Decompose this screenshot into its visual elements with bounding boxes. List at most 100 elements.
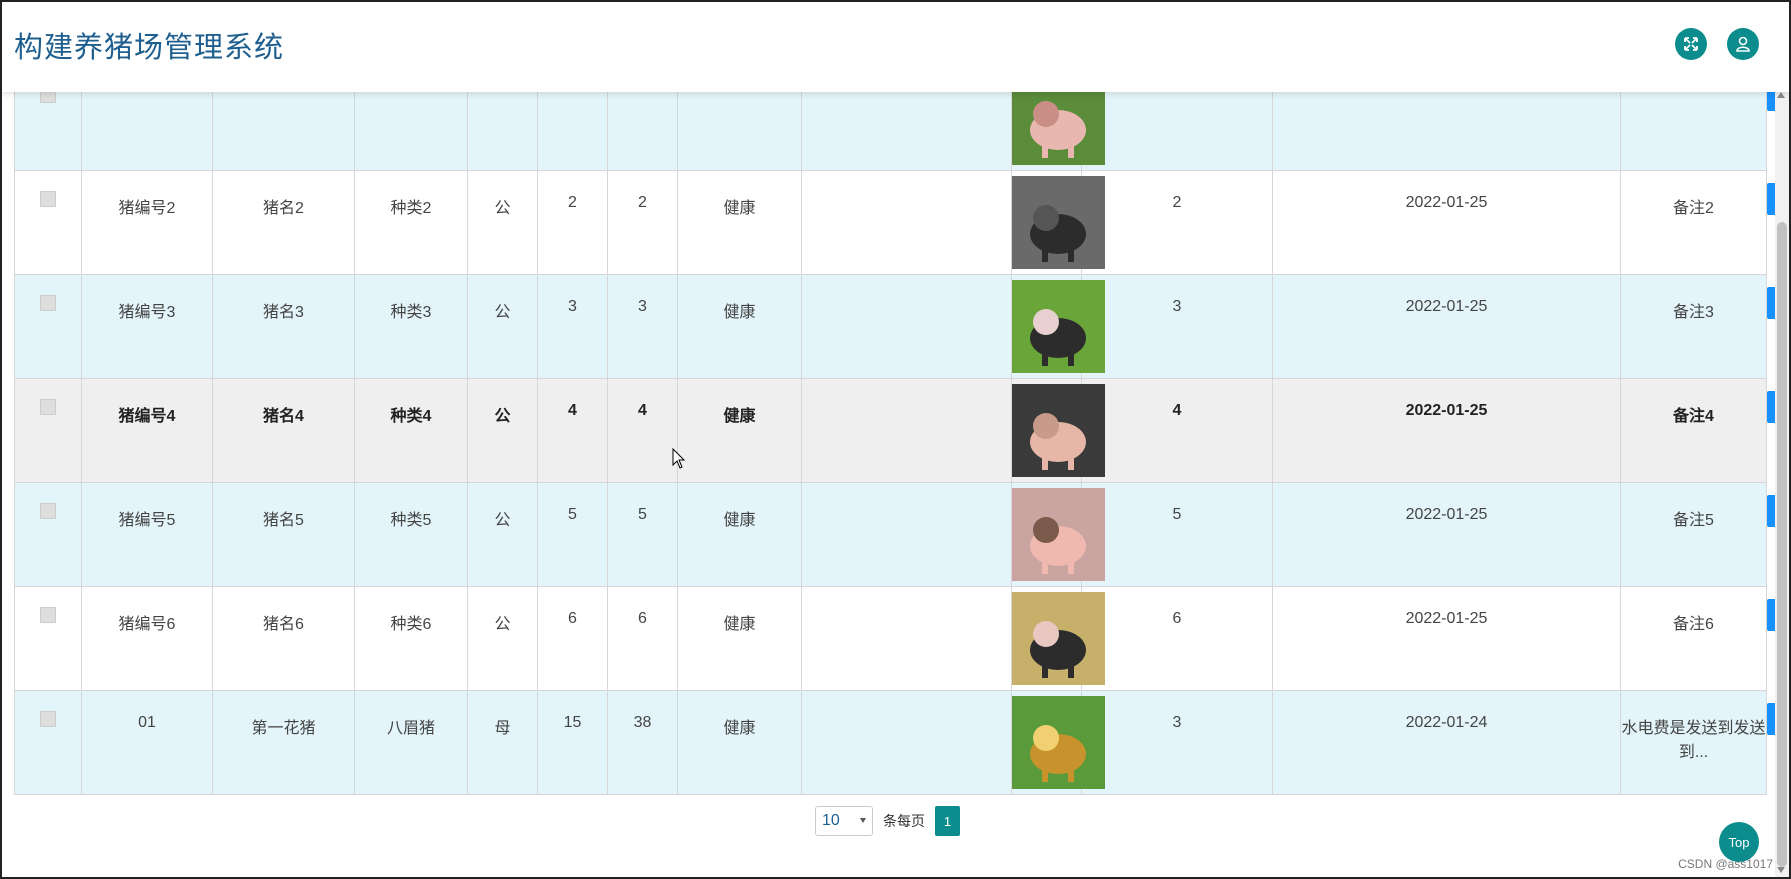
cell-text: 2022-01-25 [1405, 610, 1488, 627]
table-cell [801, 274, 1012, 379]
cell-text: 5 [638, 506, 647, 523]
image-cell [1011, 482, 1105, 587]
cell-text: 2022-01-25 [1405, 402, 1488, 419]
table-cell: 6 [537, 586, 608, 691]
table-cell: 种类5 [354, 482, 468, 587]
table-cell: 种类4 [354, 378, 468, 483]
table-cell: 3 [537, 274, 608, 379]
table-cell: 2022-01-25 [1272, 586, 1621, 691]
cell-text: 3 [568, 298, 577, 315]
table-cell: 6 [607, 586, 678, 691]
table-cell: 健康 [677, 690, 802, 795]
scrollbar-thumb[interactable] [1777, 222, 1787, 867]
cell-text: 猪名5 [263, 512, 304, 529]
pig-photo [1012, 696, 1105, 789]
cell-text: 八眉猪 [386, 720, 435, 737]
row-checkbox[interactable] [40, 607, 56, 623]
table-cell: 38 [607, 690, 678, 795]
table-cell: 2022-01-24 [1272, 690, 1621, 795]
table-cell: 2022-01-25 [1272, 170, 1621, 275]
page-button-current[interactable]: 1 [935, 806, 960, 836]
image-cell [1011, 170, 1105, 275]
cell-text: 猪编号4 [118, 408, 176, 425]
cell-text: 猪名6 [263, 616, 304, 633]
table-cell [801, 690, 1012, 795]
table-row: 猪编号5猪名5种类5公55健康52022-01-25备注5查看 [14, 482, 1791, 587]
table-cell: 健康 [677, 482, 802, 587]
row-checkbox[interactable] [40, 295, 56, 311]
cell-text: 2022-01-24 [1405, 714, 1488, 731]
table-cell: 4 [537, 378, 608, 483]
cell-text: 备注2 [1673, 200, 1714, 217]
cell-text: 猪名4 [263, 408, 304, 425]
table-cell: 健康 [677, 586, 802, 691]
table-cell: 健康 [677, 274, 802, 379]
table-cell: 2022-01-25 [1272, 378, 1621, 483]
table-cell: 2 [607, 170, 678, 275]
row-checkbox[interactable] [40, 399, 56, 415]
row-checkbox[interactable] [40, 503, 56, 519]
table-cell: 猪名4 [212, 378, 355, 483]
cell-text: 备注3 [1673, 304, 1714, 321]
row-checkbox[interactable] [40, 711, 56, 727]
cell-text: 备注5 [1673, 512, 1714, 529]
cell-text: 种类3 [390, 304, 432, 321]
table-cell: 备注2 [1620, 170, 1767, 275]
cell-text: 猪名3 [263, 304, 304, 321]
back-to-top-button[interactable]: Top [1719, 822, 1759, 862]
table-cell: 八眉猪 [354, 690, 468, 795]
cell-text: 水电费是发送到发送到... [1621, 720, 1766, 761]
row-checkbox-cell [14, 378, 82, 483]
mouse-cursor-icon [672, 448, 686, 469]
cell-text: 公 [494, 304, 511, 321]
table-cell: 01 [81, 690, 213, 795]
table-row: 猪编号6猪名6种类6公66健康62022-01-25备注6查看 [14, 586, 1791, 691]
table-cell: 猪编号2 [81, 170, 213, 275]
row-checkbox-cell [14, 274, 82, 379]
table-cell [801, 586, 1012, 691]
pig-photo [1012, 176, 1105, 269]
user-button[interactable] [1727, 28, 1759, 60]
scroll-down-icon[interactable] [1777, 867, 1785, 873]
table-cell: 2 [1081, 170, 1273, 275]
table-cell: 健康 [677, 170, 802, 275]
pig-photo [1012, 280, 1105, 373]
table-cell: 猪编号6 [81, 586, 213, 691]
table-cell: 6 [1081, 586, 1273, 691]
page-size-select[interactable]: 10 [815, 806, 873, 836]
fullscreen-icon [1684, 37, 1698, 51]
table-cell: 猪编号3 [81, 274, 213, 379]
cell-text: 2022-01-25 [1405, 506, 1488, 523]
cell-text: 2 [568, 194, 577, 211]
cell-text: 38 [633, 714, 652, 731]
table-cell: 种类2 [354, 170, 468, 275]
table-cell: 备注5 [1620, 482, 1767, 587]
table-cell: 猪名2 [212, 170, 355, 275]
row-checkbox-cell [14, 170, 82, 275]
image-cell [1011, 274, 1105, 379]
table-cell: 种类6 [354, 586, 468, 691]
cell-text: 5 [568, 506, 577, 523]
fullscreen-button[interactable] [1675, 28, 1707, 60]
scroll-up-icon[interactable] [1777, 92, 1785, 98]
image-cell [1011, 586, 1105, 691]
pig-photo [1012, 592, 1105, 685]
table-cell: 猪名5 [212, 482, 355, 587]
cell-text: 2 [1172, 194, 1182, 211]
cell-text: 种类5 [390, 512, 432, 529]
table-row: 猪编号4猪名4种类4公44健康42022-01-25备注4查看 [14, 378, 1791, 483]
cell-text: 2022-01-25 [1405, 194, 1488, 211]
cell-text: 公 [494, 616, 511, 633]
table-cell: 15 [537, 690, 608, 795]
image-cell [1011, 378, 1105, 483]
table-cell: 猪名6 [212, 586, 355, 691]
cell-text: 健康 [723, 408, 756, 425]
table-cell: 3 [1081, 690, 1273, 795]
cell-text: 4 [568, 402, 577, 419]
table-cell: 4 [1081, 378, 1273, 483]
cell-text: 2022-01-25 [1405, 298, 1488, 315]
cell-text: 4 [638, 402, 647, 419]
cell-text: 6 [638, 610, 647, 627]
row-checkbox[interactable] [40, 191, 56, 207]
cell-text: 6 [1172, 610, 1182, 627]
